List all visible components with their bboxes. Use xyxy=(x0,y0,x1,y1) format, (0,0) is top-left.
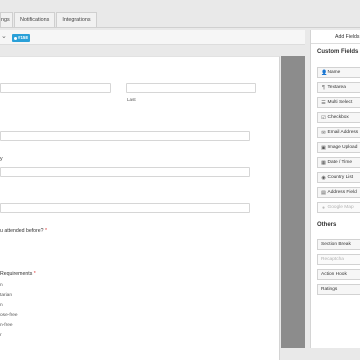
field-button-label: Section Break xyxy=(321,241,351,247)
custom-fields-title: Custom Fields xyxy=(317,49,359,55)
calendar-icon: ▦ xyxy=(321,159,326,166)
field-button-label: Date / Time xyxy=(327,159,353,165)
add-address-field-button[interactable]: ▤ Address Field xyxy=(317,187,360,198)
editor-toolbar: ⌄ #158 xyxy=(0,30,305,45)
add-checkbox-field-button[interactable]: ☑ Checkbox xyxy=(317,112,360,123)
requirement-option[interactable]: n xyxy=(0,303,3,308)
attended-label: u attended before? * xyxy=(0,228,47,234)
requirement-option[interactable]: tarian xyxy=(0,293,12,298)
add-section-break-button[interactable]: Section Break xyxy=(317,239,360,250)
field-button-label: Google Map xyxy=(327,204,354,210)
tab-add-fields[interactable]: Add Fields xyxy=(311,30,360,44)
image-icon: ▣ xyxy=(321,144,326,151)
field-button-label: Textarea xyxy=(327,84,346,90)
add-date-time-field-button[interactable]: ▦ Date / Time xyxy=(317,157,360,168)
id-icon xyxy=(14,36,17,40)
add-action-hook-button[interactable]: Action Hook xyxy=(317,269,360,280)
panel-footer xyxy=(305,348,360,360)
add-textarea-field-button[interactable]: ¶ Textarea xyxy=(317,82,360,93)
globe-icon: ◉ xyxy=(321,174,326,181)
field-label-y: y xyxy=(0,156,3,162)
person-icon: 👤 xyxy=(321,69,328,76)
list-icon: ☰ xyxy=(321,99,326,106)
tab-integrations[interactable]: Integrations xyxy=(56,12,97,27)
field-button-label: Image Upload xyxy=(327,144,358,150)
form-canvas: Last y u attended before? * Requirements… xyxy=(0,56,280,360)
field-button-label: Name xyxy=(327,69,341,75)
add-google-map-field-button[interactable]: ● Google Map xyxy=(317,202,360,213)
add-country-list-field-button[interactable]: ◉ Country List xyxy=(317,172,360,183)
required-mark: * xyxy=(45,228,48,234)
paragraph-icon: ¶ xyxy=(322,84,325,91)
required-mark: * xyxy=(33,271,36,277)
field-button-label: Email Address xyxy=(327,129,359,135)
add-image-upload-field-button[interactable]: ▣ Image Upload xyxy=(317,142,360,153)
field-button-label: Address Field xyxy=(327,189,357,195)
envelope-icon: ✉ xyxy=(321,129,326,136)
field-button-label: Checkbox xyxy=(327,114,349,120)
address-icon: ▤ xyxy=(321,189,326,196)
requirement-option[interactable]: n-free xyxy=(0,323,13,328)
canvas-footer xyxy=(280,348,305,360)
field-button-label: Ratings xyxy=(321,286,338,292)
add-email-field-button[interactable]: ✉ Email Address xyxy=(317,127,360,138)
settings-tabs: ngs Notifications Integrations xyxy=(0,12,97,27)
text-input-1[interactable] xyxy=(0,131,250,141)
fields-panel: Add Fields Custom Fields 👤 Name ¶ Textar… xyxy=(310,30,360,348)
text-input-2[interactable] xyxy=(0,167,250,177)
requirements-label-text: Requirements xyxy=(0,271,33,277)
add-ratings-button[interactable]: Ratings xyxy=(317,284,360,295)
others-title: Others xyxy=(317,222,337,228)
first-name-input[interactable] xyxy=(0,83,111,93)
field-button-label: Recaptcha xyxy=(321,256,344,262)
text-input-3[interactable] xyxy=(0,203,250,213)
chevron-down-icon[interactable]: ⌄ xyxy=(1,32,7,40)
requirement-option[interactable]: n xyxy=(0,283,3,288)
add-name-field-button[interactable]: 👤 Name xyxy=(317,67,360,78)
add-multi-select-field-button[interactable]: ☰ Multi Select xyxy=(317,97,360,108)
editor-scrollbar[interactable] xyxy=(281,56,305,348)
field-button-label: Multi Select xyxy=(327,99,353,105)
requirement-option[interactable]: r xyxy=(0,333,2,338)
form-id-text: #158 xyxy=(18,35,28,40)
attended-label-text: u attended before? xyxy=(0,228,44,234)
tab-notifications[interactable]: Notifications xyxy=(14,12,56,27)
field-button-label: Action Hook xyxy=(321,271,347,277)
last-name-sublabel: Last xyxy=(127,97,136,102)
field-button-label: Country List xyxy=(327,174,354,180)
requirement-option[interactable]: ose-free xyxy=(0,313,18,318)
form-id-badge: #158 xyxy=(12,34,30,42)
last-name-input[interactable] xyxy=(126,83,256,93)
checkbox-icon: ☑ xyxy=(321,114,326,121)
tabs-divider xyxy=(0,27,360,28)
tab-settings[interactable]: ngs xyxy=(0,12,13,27)
requirements-label: Requirements * xyxy=(0,271,36,277)
add-recaptcha-button[interactable]: Recaptcha xyxy=(317,254,360,265)
map-pin-icon: ● xyxy=(321,204,326,211)
